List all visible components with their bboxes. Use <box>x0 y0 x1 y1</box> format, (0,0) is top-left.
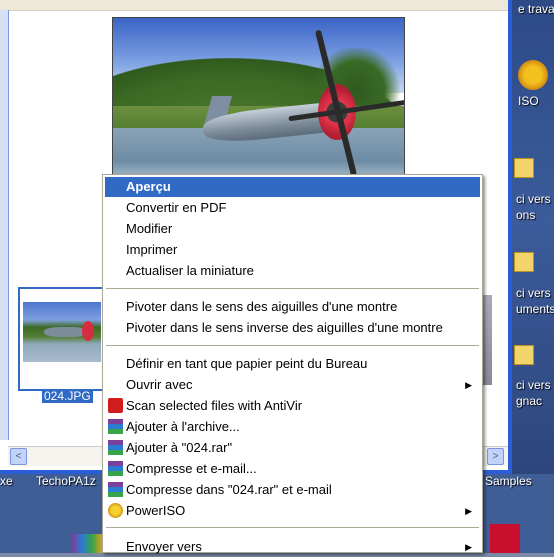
toolbar <box>0 0 508 11</box>
desktop-icon-label[interactable]: ci vers <box>516 378 551 392</box>
menu-item-antivir[interactable]: Scan selected files with AntiVir <box>105 396 480 416</box>
folder-icon[interactable] <box>514 345 534 365</box>
winrar-icon[interactable] <box>72 534 102 553</box>
folder-icon[interactable] <box>514 158 534 178</box>
menu-item-pivoter-antihoraire[interactable]: Pivoter dans le sens inverse des aiguill… <box>105 318 480 338</box>
task-pane <box>0 10 9 440</box>
menu-item-imprimer[interactable]: Imprimer <box>105 240 480 260</box>
menu-item-label: Définir en tant que papier peint du Bure… <box>126 356 368 371</box>
desktop-icon-label[interactable]: ISO <box>518 94 539 108</box>
menu-item-actualiser[interactable]: Actualiser la miniature <box>105 261 480 281</box>
menu-item-apercu[interactable]: Aperçu <box>105 177 480 197</box>
submenu-arrow-icon: ▶ <box>465 506 472 516</box>
desktop-icon-label[interactable]: ci vers <box>516 286 551 300</box>
menu-item-pivoter-horaire[interactable]: Pivoter dans le sens des aiguilles d'une… <box>105 297 480 317</box>
menu-item-label: Scan selected files with AntiVir <box>126 398 303 413</box>
menu-item-papier-peint[interactable]: Définir en tant que papier peint du Bure… <box>105 354 480 374</box>
submenu-arrow-icon: ▶ <box>465 542 472 552</box>
file-thumbnail[interactable] <box>18 287 106 391</box>
menu-item-convertir-pdf[interactable]: Convertir en PDF <box>105 198 480 218</box>
antivir-icon <box>108 398 123 413</box>
context-menu: Aperçu Convertir en PDF Modifier Imprime… <box>102 174 483 554</box>
menu-item-label: Aperçu <box>126 179 171 194</box>
file-name-label[interactable]: 024.JPG <box>42 389 93 403</box>
desktop-icon-label[interactable]: Samples <box>485 474 532 488</box>
desktop-icon-label[interactable]: TechoPA1z <box>36 474 96 488</box>
menu-item-label: Envoyer vers <box>126 539 202 554</box>
winrar-icon <box>108 440 123 455</box>
image-preview <box>112 17 405 182</box>
folder-icon[interactable] <box>514 252 534 272</box>
menu-item-compresse-email[interactable]: Compresse et e-mail... <box>105 459 480 479</box>
desktop-icon-label[interactable]: e travail <box>518 2 554 16</box>
menu-item-label: Ajouter à l'archive... <box>126 419 240 434</box>
scroll-left-button[interactable]: < <box>10 448 27 465</box>
menu-item-ajouter-rar[interactable]: Ajouter à "024.rar" <box>105 438 480 458</box>
menu-separator <box>106 345 479 346</box>
submenu-arrow-icon: ▶ <box>465 380 472 390</box>
menu-item-label: Compresse et e-mail... <box>126 461 257 476</box>
menu-item-label: Compresse dans "024.rar" et e-mail <box>126 482 332 497</box>
menu-item-label: Imprimer <box>126 242 178 257</box>
winrar-icon <box>108 482 123 497</box>
desktop-background: e travail ISO ci vers ons ci vers uments… <box>512 0 554 553</box>
menu-item-label: Actualiser la miniature <box>126 263 254 278</box>
menu-item-label: PowerISO <box>126 503 186 518</box>
menu-item-label: Pivoter dans le sens inverse des aiguill… <box>126 320 443 335</box>
winrar-icon <box>108 461 123 476</box>
menu-item-label: Modifier <box>126 221 173 236</box>
menu-item-label: Pivoter dans le sens des aiguilles d'une… <box>126 299 398 314</box>
menu-item-label: Ajouter à "024.rar" <box>126 440 233 455</box>
poweriso-icon <box>108 503 123 518</box>
menu-item-ajouter-archive[interactable]: Ajouter à l'archive... <box>105 417 480 437</box>
menu-item-label: Ouvrir avec <box>126 377 193 392</box>
menu-separator <box>106 288 479 289</box>
poweriso-desktop-icon[interactable] <box>518 60 548 90</box>
menu-item-envoyer-vers[interactable]: Envoyer vers ▶ <box>105 537 480 557</box>
desktop-icon-label[interactable]: xe <box>0 474 13 488</box>
acrobat-icon[interactable] <box>490 524 520 553</box>
menu-item-modifier[interactable]: Modifier <box>105 219 480 239</box>
desktop-icon-label[interactable]: uments <box>516 302 554 316</box>
menu-item-label: Convertir en PDF <box>126 200 227 215</box>
scroll-right-button[interactable]: > <box>487 448 504 465</box>
desktop-icon-label[interactable]: gnac <box>516 394 542 408</box>
file-thumbnail[interactable] <box>482 295 492 385</box>
menu-item-poweriso[interactable]: PowerISO ▶ <box>105 501 480 521</box>
desktop-icon-label[interactable]: ons <box>516 208 535 222</box>
menu-item-compresse-rar-email[interactable]: Compresse dans "024.rar" et e-mail <box>105 480 480 500</box>
menu-separator <box>106 527 479 528</box>
menu-item-ouvrir-avec[interactable]: Ouvrir avec ▶ <box>105 375 480 395</box>
winrar-icon <box>108 419 123 434</box>
desktop-icon-label[interactable]: ci vers <box>516 192 551 206</box>
